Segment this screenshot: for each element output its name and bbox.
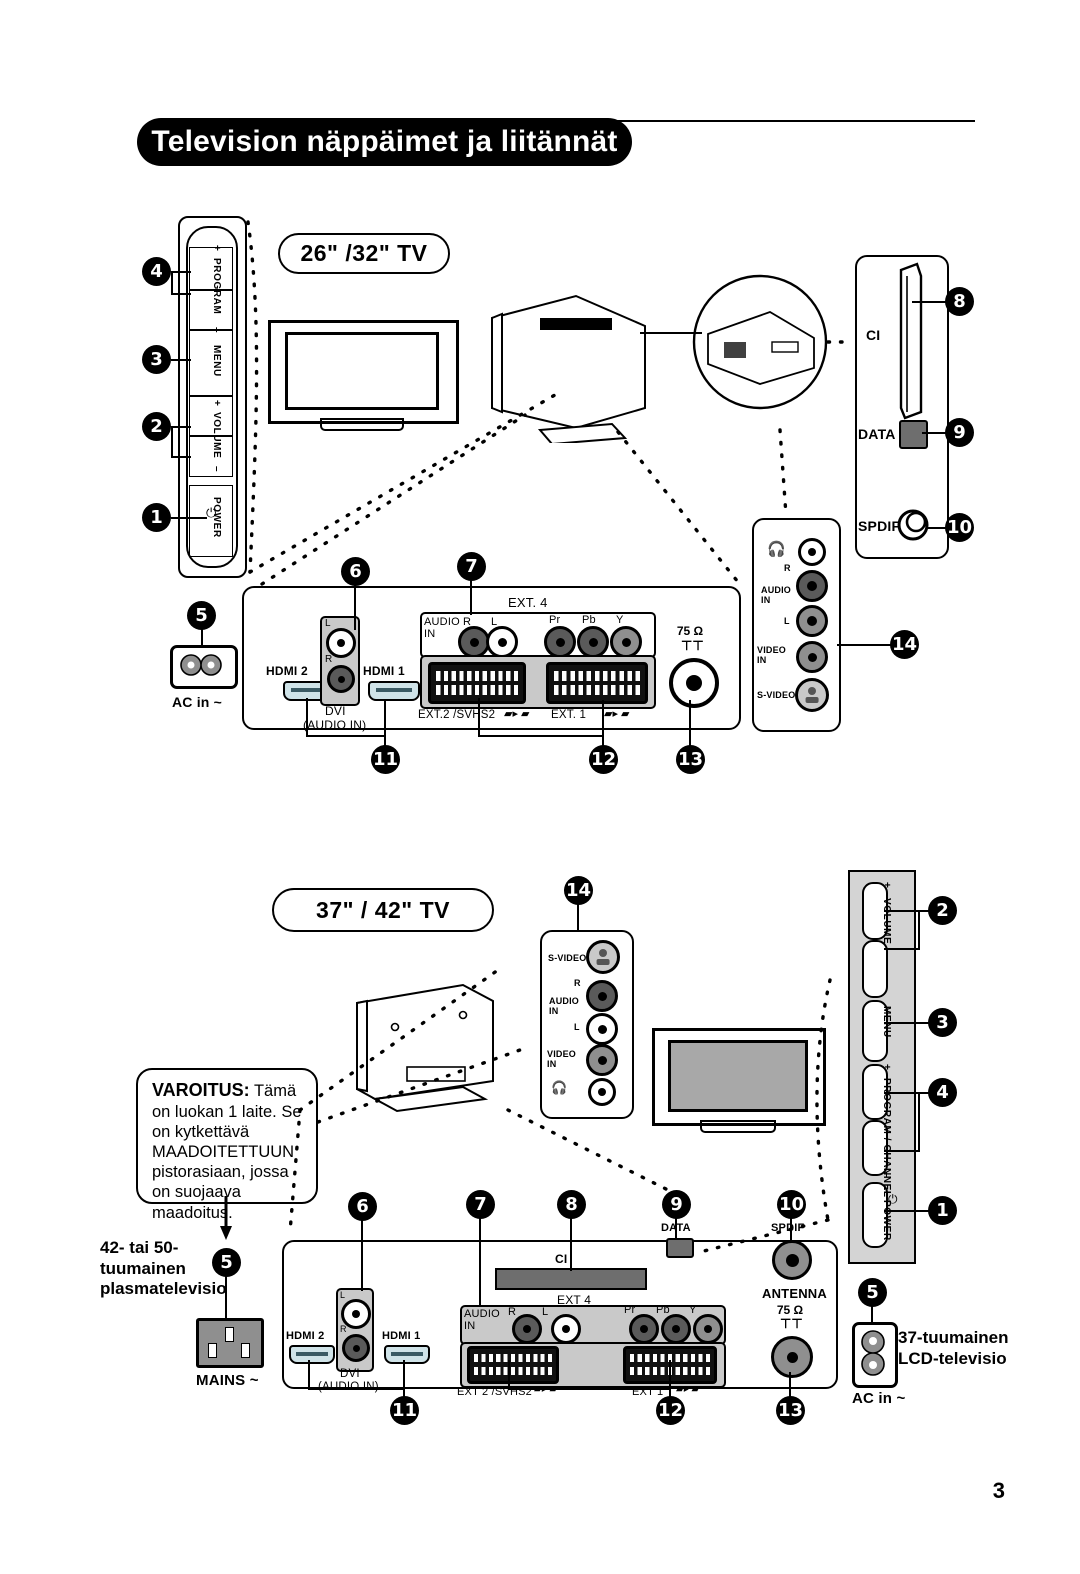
leader-5-bottom (871, 1305, 873, 1325)
callout-10-bottom: 10 (777, 1190, 806, 1219)
detail-link-line (640, 332, 702, 334)
leader-11a (384, 700, 386, 748)
callout-2-bottom: 2 (928, 896, 957, 925)
callout-6-bottom: 6 (348, 1192, 377, 1221)
leader-11-b1 (403, 1360, 405, 1400)
leader-13-top (689, 700, 691, 748)
page-number: 3 (992, 1478, 1005, 1503)
callout-14-top: 14 (890, 630, 919, 659)
callout-11-bottom: 11 (390, 1396, 419, 1425)
leader-8-b (570, 1217, 572, 1271)
callout-12-top: 12 (589, 745, 618, 774)
callout-4-bottom: 4 (928, 1078, 957, 1107)
leader-5-mains (225, 1275, 227, 1319)
callout-12-bottom: 12 (656, 1396, 685, 1425)
leader-4-bv (918, 1092, 920, 1152)
leader-4-brk (171, 271, 173, 295)
leader-2-b (884, 910, 930, 912)
callout-5-top: 5 (187, 601, 216, 630)
leader-11-b3 (308, 1360, 310, 1390)
leader-4 (171, 271, 191, 273)
leader-2 (171, 426, 191, 428)
callout-10-top: 10 (945, 513, 974, 542)
callout-1-top: 1 (142, 503, 171, 532)
leader-2-bv (918, 910, 920, 950)
callout-9-top: 9 (945, 418, 974, 447)
leader-7-top (470, 579, 472, 615)
leader-9-b (675, 1217, 677, 1239)
callout-3-top: 3 (142, 345, 171, 374)
leader-12-b2 (508, 1388, 671, 1390)
leader-14-top (837, 644, 893, 646)
leader-11b (306, 735, 386, 737)
leader-6-top (354, 584, 356, 630)
leader-2-brk (171, 426, 173, 458)
callout-9-bottom: 9 (662, 1190, 691, 1219)
callout-14-bottom: 14 (564, 876, 593, 905)
header-rule (615, 120, 975, 122)
leader-6-b (361, 1219, 363, 1291)
manual-page: Television näppäimet ja liitännät 26" /3… (0, 0, 1080, 1574)
leader-1 (171, 517, 207, 519)
callout-8-bottom: 8 (557, 1190, 586, 1219)
callout-2-top: 2 (142, 412, 171, 441)
leader-11c (306, 698, 308, 736)
leader-12-b1 (669, 1360, 671, 1400)
callout-13-bottom: 13 (776, 1396, 805, 1425)
leader-4-brk2 (171, 293, 191, 295)
callout-11-top: 11 (371, 745, 400, 774)
leader-4-b (884, 1092, 930, 1094)
callout-3-bottom: 3 (928, 1008, 957, 1037)
leader-2-brk2 (171, 456, 191, 458)
leader-4-bh (884, 1150, 920, 1152)
leader-8 (912, 301, 948, 303)
leader-12b (478, 735, 604, 737)
leader-12-b3 (508, 1360, 510, 1390)
leader-1-b (884, 1210, 930, 1212)
callout-8-top: 8 (945, 287, 974, 316)
leader-11-b2 (308, 1388, 405, 1390)
leader-14-bottom (577, 903, 579, 931)
callout-7-top: 7 (457, 552, 486, 581)
callout-7-bottom: 7 (466, 1190, 495, 1219)
callout-13-top: 13 (676, 745, 705, 774)
leader-12a (602, 700, 604, 748)
callout-5-mains: 5 (212, 1248, 241, 1277)
callout-6-top: 6 (341, 557, 370, 586)
page-title: Television näppäimet ja liitännät (151, 125, 618, 158)
leader-10-b (790, 1217, 792, 1241)
leader-3-b (884, 1022, 930, 1024)
leader-7-b (479, 1217, 481, 1307)
leader-12c (478, 698, 480, 736)
page-title-banner: Television näppäimet ja liitännät (137, 118, 632, 166)
leader-5-top (201, 628, 203, 648)
callout-1-bottom: 1 (928, 1196, 957, 1225)
leader-2-bh (884, 948, 920, 950)
callout-4-top: 4 (142, 257, 171, 286)
leader-3 (171, 359, 191, 361)
callout-5-bottom: 5 (858, 1278, 887, 1307)
